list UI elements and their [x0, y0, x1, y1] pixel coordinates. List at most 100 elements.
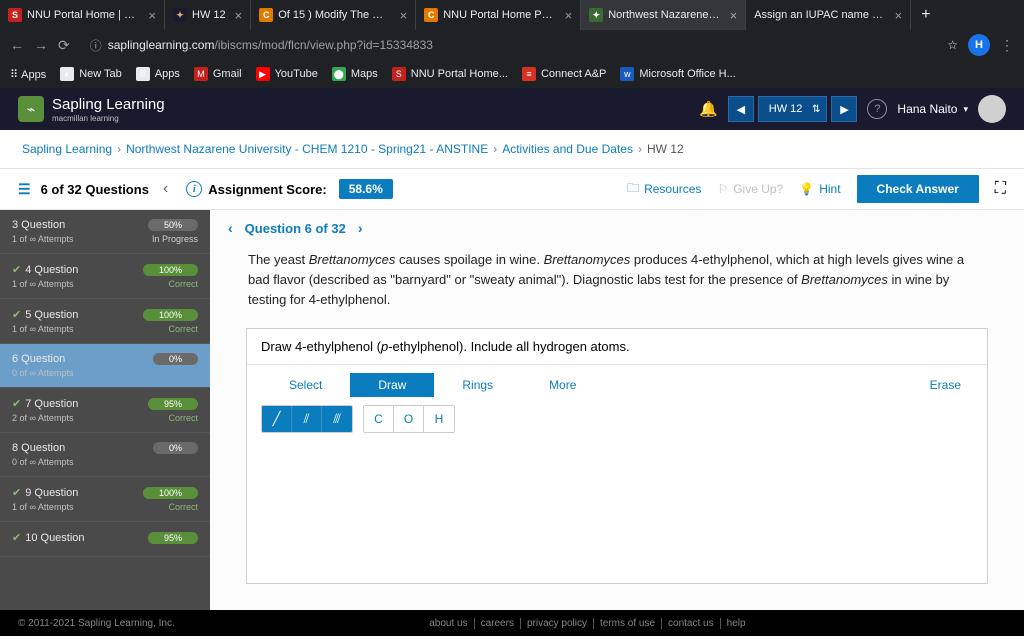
- atom-o-button[interactable]: O: [394, 406, 424, 432]
- breadcrumb-link[interactable]: Sapling Learning: [22, 142, 112, 156]
- browser-tab[interactable]: CNNU Portal Home Portal X×: [416, 0, 581, 30]
- fullscreen-icon[interactable]: ⛶: [995, 180, 1006, 198]
- double-bond-button[interactable]: ⫽: [292, 406, 322, 432]
- status-text: Correct: [168, 324, 198, 334]
- browser-tab[interactable]: ✦Northwest Nazarene Univer×: [581, 0, 746, 30]
- tab-favicon: ✦: [173, 8, 187, 22]
- tool-tab-draw[interactable]: Draw: [350, 373, 434, 397]
- question-title: 3 Question: [12, 219, 65, 231]
- tool-tab-select[interactable]: Select: [261, 373, 350, 397]
- info-icon[interactable]: i: [186, 181, 202, 197]
- user-avatar[interactable]: [978, 95, 1006, 123]
- question-title: 6 Question: [12, 353, 65, 365]
- tab-close-icon[interactable]: ×: [235, 8, 243, 23]
- triple-bond-button[interactable]: ⫻: [322, 406, 352, 432]
- tool-tab-rings[interactable]: Rings: [434, 373, 521, 397]
- sidebar-question-item[interactable]: 6 Question 0% 0 of ∞ Attempts: [0, 344, 210, 388]
- tab-close-icon[interactable]: ×: [148, 8, 156, 23]
- chevron-down-icon: ▾: [963, 104, 968, 115]
- sidebar-question-item[interactable]: ✔4 Question 100% 1 of ∞ AttemptsCorrect: [0, 254, 210, 299]
- footer-link[interactable]: careers: [481, 618, 521, 629]
- breadcrumb-link[interactable]: Northwest Nazarene University - CHEM 121…: [126, 142, 488, 156]
- browser-tab[interactable]: COf 15 ) Modify The Molecu×: [251, 0, 416, 30]
- bookmark-item[interactable]: MGmail: [194, 67, 242, 81]
- prev-question-nav[interactable]: ‹: [163, 180, 168, 198]
- flag-icon: ⚐: [717, 182, 728, 196]
- tab-title: Northwest Nazarene Univer: [608, 9, 720, 21]
- sidebar-question-item[interactable]: 3 Question 50% 1 of ∞ AttemptsIn Progres…: [0, 210, 210, 254]
- footer-link[interactable]: contact us: [668, 618, 721, 629]
- app-header: ⌁ Sapling Learning macmillan learning 🔔 …: [0, 88, 1024, 130]
- next-assignment-button[interactable]: ▶: [831, 96, 857, 122]
- tab-title: HW 12: [192, 9, 226, 21]
- sidebar-question-item[interactable]: ✔5 Question 100% 1 of ∞ AttemptsCorrect: [0, 299, 210, 344]
- footer-link[interactable]: privacy policy: [527, 618, 594, 629]
- browser-tab[interactable]: SNNU Portal Home | Portal×: [0, 0, 165, 30]
- tab-close-icon[interactable]: ×: [730, 8, 738, 23]
- bookmark-item[interactable]: ◐New Tab: [60, 67, 122, 81]
- tool-tab-more[interactable]: More: [521, 373, 604, 397]
- single-bond-button[interactable]: ╱: [262, 406, 292, 432]
- drawing-canvas[interactable]: [247, 433, 987, 583]
- atom-h-button[interactable]: H: [424, 406, 454, 432]
- check-icon: ✔: [12, 531, 21, 544]
- erase-button[interactable]: Erase: [930, 378, 961, 392]
- atom-c-button[interactable]: C: [364, 406, 394, 432]
- footer-links: about us careers privacy policy terms of us…: [429, 618, 751, 629]
- tab-close-icon[interactable]: ×: [895, 8, 903, 23]
- footer-link[interactable]: terms of use: [600, 618, 662, 629]
- bookmark-item[interactable]: ⬤Maps: [332, 67, 378, 81]
- bookmark-item[interactable]: wMicrosoft Office H...: [620, 67, 735, 81]
- url-bar[interactable]: ⓘ saplinglearning.com/ibiscms/mod/flcn/v…: [80, 33, 938, 58]
- sidebar-question-item[interactable]: ✔9 Question 100% 1 of ∞ AttemptsCorrect: [0, 477, 210, 522]
- bookmark-item[interactable]: ▶YouTube: [256, 67, 318, 81]
- help-icon[interactable]: ?: [867, 99, 887, 119]
- bookmarks-bar: ⠿ Apps ◐New Tab ⠿Apps MGmail ▶YouTube ⬤Maps SN…: [0, 60, 1024, 88]
- pager-prev[interactable]: ‹: [228, 220, 233, 236]
- sidebar-question-item[interactable]: ✔10 Question 95%: [0, 522, 210, 557]
- address-bar-row: ← → ⟳ ⓘ saplinglearning.com/ibiscms/mod/…: [0, 30, 1024, 60]
- question-list-icon[interactable]: ☰: [18, 181, 31, 198]
- bookmark-icon: S: [392, 67, 406, 81]
- lightbulb-icon: 💡: [799, 182, 814, 196]
- breadcrumb-link[interactable]: Activities and Due Dates: [502, 142, 633, 156]
- sidebar-question-item[interactable]: 8 Question 0% 0 of ∞ Attempts: [0, 433, 210, 477]
- browser-menu-icon[interactable]: ⋮: [1000, 37, 1014, 54]
- footer-link[interactable]: help: [727, 618, 752, 629]
- apps-grid-icon[interactable]: ⠿ Apps: [10, 68, 46, 81]
- user-menu[interactable]: Hana Naito ▾: [897, 102, 968, 116]
- resources-button[interactable]: 🗀 Resources: [627, 179, 701, 200]
- reload-button[interactable]: ⟳: [58, 37, 70, 54]
- hint-button[interactable]: 💡 Hint: [799, 182, 840, 196]
- bookmark-star-icon[interactable]: ☆: [947, 38, 958, 52]
- tab-close-icon[interactable]: ×: [400, 8, 408, 23]
- score-value: 58.6%: [339, 179, 393, 199]
- question-toolbar: ☰ 6 of 32 Questions ‹ i Assignment Score…: [0, 168, 1024, 210]
- tab-close-icon[interactable]: ×: [565, 8, 573, 23]
- check-answer-button[interactable]: Check Answer: [857, 175, 979, 203]
- new-tab-button[interactable]: +: [911, 6, 940, 24]
- tab-title: Of 15 ) Modify The Molecu: [278, 9, 390, 21]
- assignment-select[interactable]: HW 12: [758, 96, 828, 122]
- question-title: 8 Question: [12, 442, 65, 454]
- pager-next[interactable]: ›: [358, 220, 363, 236]
- sapling-logo[interactable]: ⌁ Sapling Learning macmillan learning: [18, 96, 165, 123]
- status-text: In Progress: [152, 234, 198, 244]
- status-text: Correct: [168, 502, 198, 512]
- check-icon: ✔: [12, 263, 21, 276]
- score-pill: 100%: [143, 309, 198, 321]
- sidebar-question-item[interactable]: ✔7 Question 95% 2 of ∞ AttemptsCorrect: [0, 388, 210, 433]
- bookmark-item[interactable]: ≡Connect A&P: [522, 67, 606, 81]
- browser-tab[interactable]: Assign an IUPAC name to e×: [746, 0, 911, 30]
- prev-assignment-button[interactable]: ◀: [728, 96, 754, 122]
- site-info-icon: ⓘ: [90, 37, 102, 54]
- tab-favicon: C: [424, 8, 438, 22]
- forward-button[interactable]: →: [34, 37, 48, 53]
- browser-tab[interactable]: ✦ HW 12 ×: [165, 0, 251, 30]
- notifications-icon[interactable]: 🔔: [699, 100, 718, 118]
- back-button[interactable]: ←: [10, 37, 24, 53]
- bookmark-item[interactable]: SNNU Portal Home...: [392, 67, 508, 81]
- profile-badge[interactable]: H: [968, 34, 990, 56]
- footer-link[interactable]: about us: [429, 618, 474, 629]
- bookmark-item[interactable]: ⠿Apps: [136, 67, 180, 81]
